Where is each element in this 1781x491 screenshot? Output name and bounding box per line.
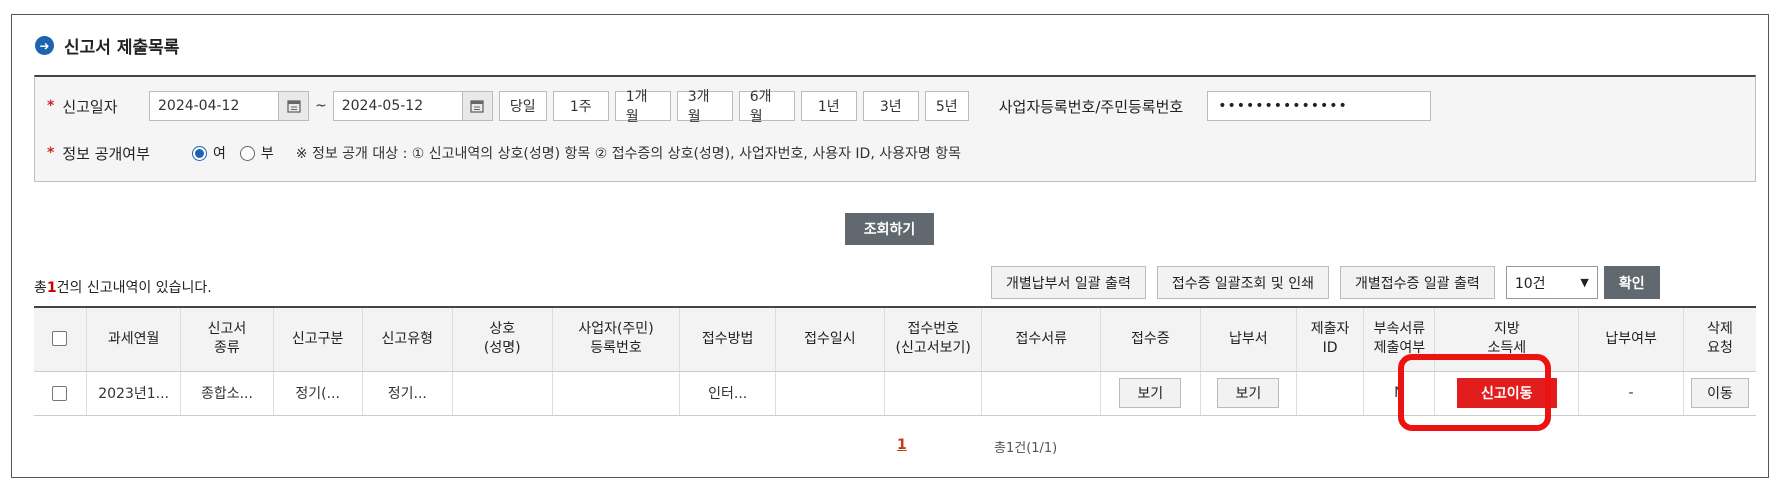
row-select-cell [34, 371, 87, 416]
cell-receipt-no[interactable] [884, 371, 983, 416]
period-1month-button[interactable]: 1개월 [614, 89, 671, 125]
period-today-button[interactable]: 당일 [498, 91, 547, 121]
disclosure-yes-radio[interactable] [192, 145, 207, 161]
search-panel: * 신고일자 2024-04-12 ~ 2024-05-12 당일 1주 1개월… [34, 75, 1756, 182]
disclosure-yes-option[interactable]: 여 [192, 143, 226, 163]
period-6month-button[interactable]: 6개월 [738, 89, 795, 125]
disclosure-no-radio[interactable] [239, 145, 255, 161]
cell-report-type: 정기... [362, 371, 453, 416]
header-submitter-id: 제출자 ID [1296, 306, 1365, 372]
date-separator: ~ [315, 98, 327, 114]
cell-form-type: 종합소... [180, 371, 274, 416]
cell-delete: 이동 [1683, 371, 1756, 416]
disclosure-label: * 정보 공개여부 [47, 144, 150, 163]
delete-request-button[interactable]: 이동 [1691, 378, 1749, 408]
date-to-input[interactable]: 2024-05-12 [332, 91, 463, 121]
header-form-type: 신고서 종류 [180, 306, 274, 372]
search-row-date: * 신고일자 2024-04-12 ~ 2024-05-12 당일 1주 1개월… [47, 89, 1432, 125]
page-title: 신고서 제출목록 [64, 38, 180, 58]
header-documents: 접수서류 [981, 306, 1101, 372]
date-label: * 신고일자 [47, 97, 118, 116]
biz-number-label: 사업자등록번호/주민등록번호 [998, 97, 1184, 116]
bulk-individual-receipt-button[interactable]: 개별접수증 일괄 출력 [1339, 266, 1495, 299]
search-row-disclosure: * 정보 공개여부 여 부 ※ 정보 공개 대상 : ① 신고내역의 상호(성명… [47, 140, 961, 166]
result-count: 총1건의 신고내역이 있습니다. [34, 280, 212, 296]
section-title: ➜ 신고서 제출목록 [35, 33, 179, 58]
cell-datetime [775, 371, 885, 416]
disclosure-notice: ※ 정보 공개 대상 : ① 신고내역의 상호(성명) 항목 ② 접수증의 상호… [295, 146, 961, 162]
table-actions: 개별납부서 일괄 출력 접수증 일괄조회 및 인쇄 개별접수증 일괄 출력 10… [991, 266, 1660, 299]
arrow-circle-icon: ➜ [35, 36, 54, 55]
header-select-all [34, 306, 87, 372]
date-to-group: 2024-05-12 [332, 91, 493, 121]
cell-tax-period: 2023년1... [86, 371, 182, 416]
period-1week-button[interactable]: 1주 [552, 91, 609, 121]
cell-method: 인터... [679, 371, 776, 416]
header-method: 접수방법 [679, 306, 776, 372]
calendar-to-icon[interactable] [462, 91, 493, 121]
period-3month-button[interactable]: 3개월 [676, 89, 733, 125]
cell-submitter-id [1296, 371, 1365, 416]
header-paid: 납부여부 [1578, 306, 1685, 372]
header-datetime: 접수일시 [775, 306, 885, 372]
disclosure-no-option[interactable]: 부 [239, 143, 274, 163]
confirm-button[interactable]: 확인 [1603, 266, 1660, 299]
header-name: 상호 (성명) [452, 306, 553, 372]
header-payment: 납부서 [1200, 306, 1298, 372]
calendar-from-icon[interactable] [279, 91, 309, 121]
bulk-receipt-print-button[interactable]: 접수증 일괄조회 및 인쇄 [1156, 266, 1329, 299]
header-receipt: 접수증 [1100, 306, 1201, 372]
cell-reg-no [552, 371, 681, 416]
chevron-down-icon: ▼ [1580, 276, 1589, 289]
highlight-box [1398, 354, 1551, 431]
required-mark: * [47, 145, 55, 161]
cell-paid: - [1578, 371, 1685, 416]
bulk-payment-print-button[interactable]: 개별납부서 일괄 출력 [991, 266, 1146, 299]
select-all-checkbox[interactable] [52, 331, 68, 347]
page-link-current[interactable]: 1 [897, 437, 907, 453]
biz-number-input[interactable]: •••••••••••••• [1207, 91, 1432, 121]
header-tax-period: 과세연월 [86, 306, 182, 372]
query-button[interactable]: 조회하기 [845, 213, 934, 245]
header-report-type: 신고유형 [362, 306, 453, 372]
cell-documents [981, 371, 1101, 416]
date-from-input[interactable]: 2024-04-12 [149, 91, 279, 121]
payment-view-button[interactable]: 보기 [1217, 378, 1280, 408]
receipt-view-button[interactable]: 보기 [1119, 378, 1182, 408]
cell-payment: 보기 [1200, 371, 1298, 416]
cell-name [452, 371, 553, 416]
cell-receipt: 보기 [1100, 371, 1201, 416]
header-report-class: 신고구분 [273, 306, 363, 372]
header-delete: 삭제 요청 [1683, 306, 1756, 372]
header-receipt-no: 접수번호 (신고서보기) [884, 306, 983, 372]
period-5year-button[interactable]: 5년 [924, 91, 969, 121]
period-1year-button[interactable]: 1년 [800, 91, 857, 121]
cell-report-class: 정기(... [273, 371, 363, 416]
row-checkbox[interactable] [52, 385, 68, 401]
page-size-select[interactable]: 10건 ▼ [1505, 266, 1598, 299]
required-mark: * [47, 98, 55, 114]
period-3year-button[interactable]: 3년 [862, 91, 919, 121]
header-reg-no: 사업자(주민) 등록번호 [552, 306, 681, 372]
date-from-group: 2024-04-12 [149, 91, 309, 121]
page-total-text: 총1건(1/1) [994, 441, 1058, 456]
